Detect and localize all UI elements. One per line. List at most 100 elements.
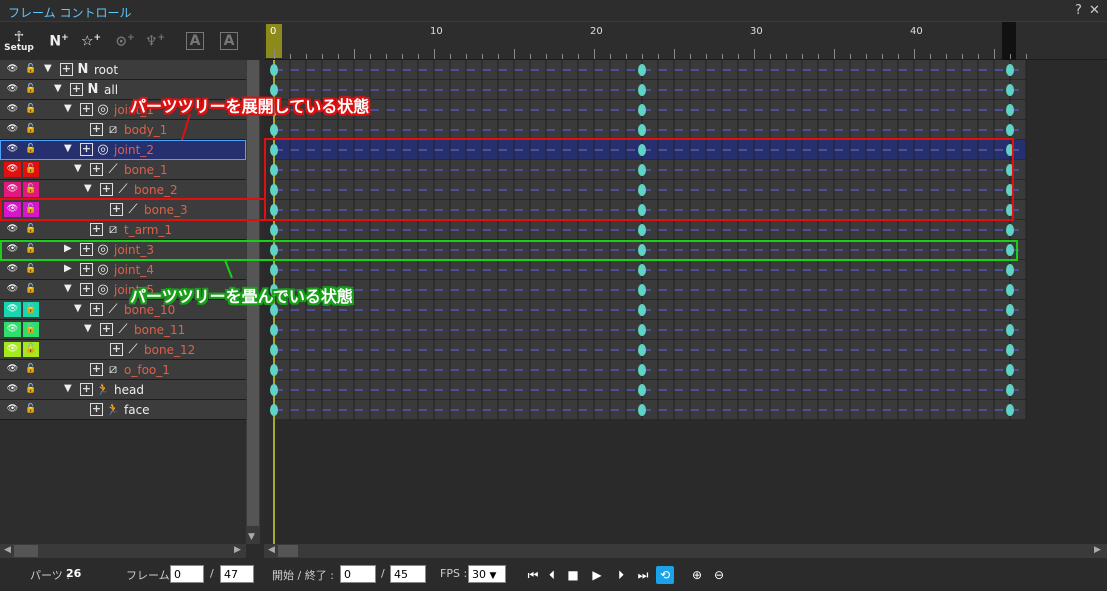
keyframe-marker: [270, 364, 278, 376]
lock-icon[interactable]: 🔓: [23, 302, 39, 317]
scroll-right-icon[interactable]: ▶: [1094, 545, 1101, 555]
visibility-eye-icon[interactable]: 👁: [4, 362, 21, 377]
zoom-in-button[interactable]: ⊕: [688, 566, 706, 584]
tree-horizontal-scrollbar[interactable]: ◀ ▶: [0, 544, 246, 558]
figure-icon: 🏃: [96, 383, 110, 396]
current-frame-field[interactable]: 0: [170, 565, 204, 583]
keyframe-marker: [638, 384, 646, 396]
scroll-left-icon[interactable]: ◀: [268, 545, 275, 555]
keyframe-marker: [638, 284, 646, 296]
tree-row-label: bone_11: [134, 323, 186, 337]
loop-button[interactable]: ⟲: [656, 566, 674, 584]
ruler-tick: [770, 54, 771, 59]
prev-frame-button[interactable]: ⏴: [543, 566, 561, 584]
range-end-field[interactable]: 45: [390, 565, 426, 583]
expand-triangle-icon[interactable]: ▼: [64, 383, 74, 394]
range-separator: /: [381, 567, 385, 580]
mesh-icon: ⧄: [108, 362, 118, 377]
expand-triangle-icon[interactable]: ▼: [84, 323, 94, 334]
ruler-label: 40: [910, 26, 923, 37]
node-plus-icon[interactable]: +: [90, 403, 103, 416]
visibility-eye-icon[interactable]: 👁: [4, 382, 21, 397]
parts-count: 26: [66, 567, 82, 580]
visibility-eye-icon[interactable]: 👁: [4, 402, 21, 417]
ruler-tick: [722, 54, 723, 59]
step-forward-icon: ⏵: [617, 568, 624, 582]
scrollbar-thumb[interactable]: [278, 545, 298, 557]
ruler-tick: [850, 54, 851, 59]
next-frame-button[interactable]: ⏵: [612, 566, 630, 584]
keyframe-marker: [638, 104, 646, 116]
range-start-field[interactable]: 0: [340, 565, 376, 583]
ruler-tick: [690, 54, 691, 59]
ruler-tick: [674, 49, 675, 59]
node-plus-icon[interactable]: +: [90, 303, 103, 316]
lock-icon[interactable]: 🔓: [23, 382, 39, 397]
stop-button[interactable]: ■: [564, 566, 582, 584]
keyframe-marker: [270, 324, 278, 336]
keyframe-marker: [638, 84, 646, 96]
stop-icon: ■: [567, 568, 579, 582]
bone-icon: ⟋: [118, 322, 128, 337]
keyframe-marker: [638, 304, 646, 316]
scroll-right-icon[interactable]: ▶: [234, 545, 241, 555]
tree-row-face[interactable]: 👁 🔓 + 🏃 face: [0, 400, 246, 420]
tree-row-o-foo-1[interactable]: 👁 🔓 + ⧄ o_foo_1: [0, 360, 246, 380]
keyframe-marker: [1006, 344, 1014, 356]
expand-triangle-icon[interactable]: ▼: [74, 303, 84, 314]
ruler-label: 10: [430, 26, 443, 37]
ruler-tick: [402, 54, 403, 59]
visibility-eye-icon[interactable]: 👁: [4, 302, 21, 317]
lock-icon[interactable]: 🔓: [23, 322, 39, 337]
keyframe-marker: [1006, 264, 1014, 276]
timeline-horizontal-scrollbar[interactable]: ◀ ▶: [264, 544, 1107, 558]
ruler-tick: [562, 54, 563, 59]
help-button[interactable]: ?: [1075, 3, 1082, 18]
fps-select[interactable]: 30 ▼: [468, 565, 506, 583]
ruler-tick: [658, 54, 659, 59]
keyframe-marker: [1006, 324, 1014, 336]
scrollbar-thumb[interactable]: [14, 545, 38, 557]
ruler-tick: [578, 54, 579, 59]
total-frames-field[interactable]: 47: [220, 565, 254, 583]
ruler-tick: [450, 54, 451, 59]
fps-label: FPS :: [440, 567, 468, 580]
tree-row-label: face: [124, 403, 150, 417]
ruler-tick: [530, 54, 531, 59]
tree-row-label: head: [114, 383, 144, 397]
lock-icon[interactable]: 🔓: [23, 402, 39, 417]
lock-icon[interactable]: 🔓: [23, 362, 39, 377]
visibility-eye-icon[interactable]: 👁: [4, 322, 21, 337]
scroll-down-icon[interactable]: ▼: [248, 532, 255, 542]
zoom-out-button[interactable]: ⊖: [710, 566, 728, 584]
tree-row-bone-12[interactable]: 👁 🔓 + ⟋ bone_12: [0, 340, 246, 360]
scroll-left-icon[interactable]: ◀: [4, 545, 11, 555]
node-plus-icon[interactable]: +: [100, 323, 113, 336]
first-frame-button[interactable]: ⏮: [524, 566, 542, 584]
keyframe-marker: [638, 64, 646, 76]
ruler-tick: [866, 54, 867, 59]
play-button[interactable]: ▶: [588, 566, 606, 584]
ruler-tick: [546, 54, 547, 59]
ruler-tick: [802, 54, 803, 59]
node-plus-icon[interactable]: +: [80, 383, 93, 396]
tree-row-bone-11[interactable]: 👁 🔓 ▼ + ⟋ bone_11: [0, 320, 246, 340]
ruler-tick: [482, 54, 483, 59]
loop-icon: ⟲: [659, 568, 671, 582]
ruler-tick: [594, 49, 595, 59]
tree-row-head[interactable]: 👁 🔓 ▼ + 🏃 head: [0, 380, 246, 400]
tree-row-label: o_foo_1: [124, 363, 170, 377]
callout-leader-lines: [181, 113, 233, 279]
ruler-tick: [914, 49, 915, 59]
keyframe-marker: [638, 364, 646, 376]
last-frame-button[interactable]: ⏭: [634, 566, 652, 584]
ruler-tick: [978, 54, 979, 59]
ruler-tick: [1026, 54, 1027, 59]
node-plus-icon[interactable]: +: [90, 363, 103, 376]
end-frame-marker: [1002, 22, 1016, 60]
close-button[interactable]: ✕: [1089, 3, 1100, 18]
visibility-eye-icon[interactable]: 👁: [4, 342, 21, 357]
lock-icon[interactable]: 🔓: [23, 342, 39, 357]
keyframe-marker: [1006, 304, 1014, 316]
node-plus-icon[interactable]: +: [110, 343, 123, 356]
